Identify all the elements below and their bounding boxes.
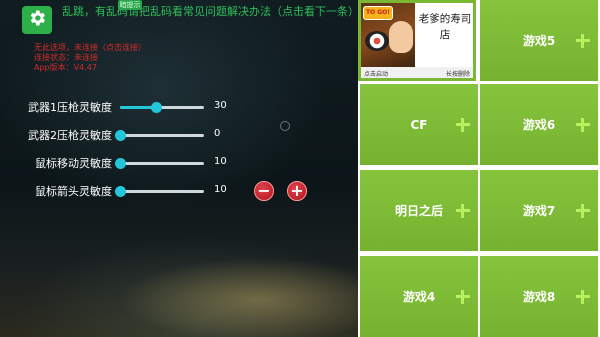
slider-knob[interactable]: [151, 102, 163, 113]
featured-game-footer: 点击启动 长按删除: [361, 67, 473, 78]
setting-value: 10: [214, 156, 227, 167]
add-icon[interactable]: [456, 203, 470, 218]
add-icon[interactable]: [456, 117, 470, 132]
setting-label: 武器1压枪灵敏度: [28, 101, 112, 114]
slider-knob[interactable]: [115, 186, 126, 197]
increase-button[interactable]: +: [287, 181, 307, 201]
setting-label: 鼠标箭头灵敏度: [35, 185, 112, 198]
notice-marquee[interactable]: 乱跳，有乱码请把乱码看常见问题解决办法（点击看下一条）: [62, 3, 358, 19]
setting-value: 30: [214, 100, 227, 111]
launch-hint[interactable]: 点击启动: [364, 69, 388, 78]
featured-game-title: 老爹的寿司店: [418, 13, 472, 41]
featured-game-card[interactable]: TO GO! 老爹的寿司店 点击启动 长按删除: [361, 3, 473, 78]
mouse-move-slider[interactable]: [115, 158, 204, 169]
status-line: 连接状态：未连接: [34, 53, 98, 62]
gear-icon: [27, 8, 47, 32]
mouse-arrow-slider[interactable]: [115, 186, 204, 197]
togo-logo: TO GO!: [363, 6, 393, 20]
setting-value: 10: [214, 184, 227, 195]
cursor-indicator: [280, 121, 290, 131]
game-thumbnail: TO GO!: [361, 3, 415, 67]
setting-row-weapon2: 武器2压枪灵敏度 0: [22, 126, 342, 144]
slider-knob[interactable]: [115, 130, 126, 141]
decrease-button[interactable]: −: [254, 181, 274, 201]
game-tile-mingrizhihou[interactable]: 明日之后: [360, 170, 478, 251]
add-icon[interactable]: [576, 289, 590, 304]
sushi-icon: [365, 31, 389, 51]
game-tile-5[interactable]: 游戏5: [480, 0, 598, 81]
game-tile-cf[interactable]: CF: [360, 84, 478, 165]
setting-value: 0: [214, 128, 221, 139]
game-tile-6[interactable]: 游戏6: [480, 84, 598, 165]
plus-icon: +: [290, 181, 304, 200]
chef-icon: [389, 21, 413, 53]
setting-row-weapon1: 武器1压枪灵敏度 30: [22, 98, 342, 116]
delete-hint[interactable]: 长按删除: [446, 69, 470, 78]
add-icon[interactable]: [456, 289, 470, 304]
featured-game-tile[interactable]: TO GO! 老爹的寿司店 点击启动 长按删除: [358, 0, 476, 81]
weapon1-slider[interactable]: [120, 102, 204, 113]
setting-row-mouse-move: 鼠标移动灵敏度 10: [22, 154, 342, 172]
slider-knob[interactable]: [115, 158, 126, 169]
game-tile-8[interactable]: 游戏8: [480, 256, 598, 337]
add-icon[interactable]: [576, 203, 590, 218]
notice-badge: 暗提示: [118, 0, 142, 10]
status-line[interactable]: 无此选项，未连接（点击连接）: [34, 43, 146, 53]
version-line: App版本：V4.47: [34, 63, 97, 72]
minus-icon: −: [257, 181, 271, 200]
status-info: 无此选项，未连接（点击连接） 连接状态：未连接 App版本：V4.47: [34, 43, 146, 73]
setting-label: 鼠标移动灵敏度: [35, 157, 112, 170]
weapon2-slider[interactable]: [115, 130, 204, 141]
setting-label: 武器2压枪灵敏度: [28, 129, 112, 142]
add-icon[interactable]: [576, 33, 590, 48]
game-tile-7[interactable]: 游戏7: [480, 170, 598, 251]
settings-panel: 乱跳，有乱码请把乱码看常见问题解决办法（点击看下一条） 暗提示 无此选项，未连接…: [0, 0, 358, 337]
add-icon[interactable]: [576, 117, 590, 132]
game-tile-4[interactable]: 游戏4: [360, 256, 478, 337]
settings-button[interactable]: [22, 6, 52, 34]
